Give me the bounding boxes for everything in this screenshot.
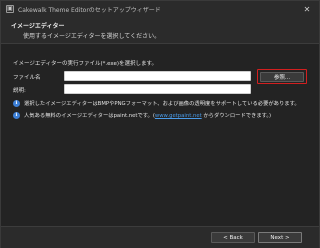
info-text-paintnet: 人気ある無料のイメージエディターはpaint.netです。(www.getpai… [24, 111, 271, 119]
next-button[interactable]: Next > [258, 232, 302, 243]
description-label: 説明: [13, 88, 26, 94]
info-row-format: i 選択したイメージエディターはBMPやPNGフォーマット、および画像の透明度を… [13, 99, 300, 107]
wizard-body: イメージエディターの実行ファイル(*.exe)を選択します。 ファイル名 参照.… [1, 44, 319, 226]
info-icon: i [13, 99, 20, 107]
info-icon: i [13, 111, 20, 119]
info-text-prefix: 人気ある無料のイメージエディターはpaint.netです。( [24, 113, 155, 119]
window-title: Cakewalk Theme Editorのセットアップウィザード [18, 6, 161, 14]
installer-icon: ▣ [6, 5, 14, 13]
page-title: イメージエディター [11, 23, 65, 30]
info-row-paintnet: i 人気ある無料のイメージエディターはpaint.netです。(www.getp… [13, 111, 271, 119]
close-icon[interactable]: ✕ [301, 3, 313, 15]
page-subtitle: 使用するイメージエディターを選択してください。 [23, 33, 161, 40]
info-text-suffix: からダウンロードできます。) [201, 113, 272, 119]
info-text-format: 選択したイメージエディターはBMPやPNGフォーマット、および画像の透明度をサポ… [24, 101, 300, 107]
browse-button[interactable]: 参照... [260, 71, 304, 82]
browse-button-highlight[interactable]: 参照... [257, 69, 307, 84]
title-bar: ▣ Cakewalk Theme Editorのセットアップウィザード ✕ [1, 1, 319, 17]
paintnet-link[interactable]: www.getpaint.net [155, 113, 202, 119]
wizard-header: イメージエディター 使用するイメージエディターを選択してください。 [1, 17, 319, 44]
filename-label: ファイル名 [13, 75, 41, 81]
description-input[interactable] [64, 84, 251, 94]
setup-wizard-window: ▣ Cakewalk Theme Editorのセットアップウィザード ✕ イメ… [0, 0, 320, 248]
instruction-text: イメージエディターの実行ファイル(*.exe)を選択します。 [13, 61, 158, 67]
wizard-footer: < Back Next > [1, 226, 319, 248]
back-button[interactable]: < Back [211, 232, 255, 243]
filename-input[interactable] [64, 71, 251, 81]
